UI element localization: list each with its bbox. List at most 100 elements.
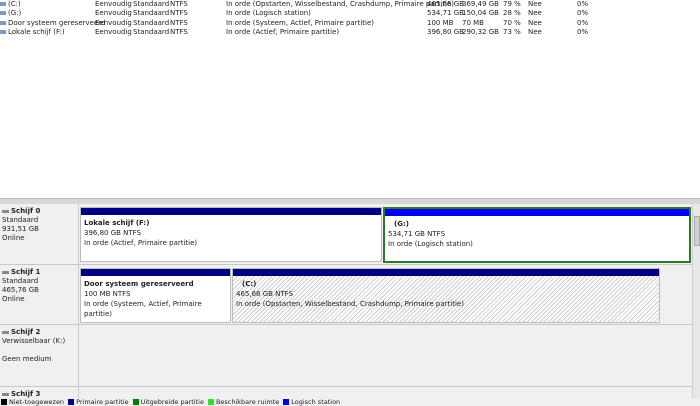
volume-free: 369,49 GB (462, 0, 499, 8)
disk-name: Schijf 0 (11, 207, 41, 215)
partition-c[interactable]: (C:) 465,66 GB NTFS In orde (Opstarten, Wi… (232, 268, 660, 323)
volume-name: Lokale schijf (F:) (8, 27, 65, 36)
volume-type: Standaard (133, 18, 170, 27)
volume-cell: In orde (Actief, Primaire partitie) (226, 28, 339, 37)
volume-cell: 0% (577, 0, 588, 9)
disk-state: Geen medium (2, 355, 52, 363)
volume-cell: Standaard (133, 9, 169, 18)
disk-name: Schijf 2 (11, 328, 41, 336)
partition-g[interactable]: (G:) 534,71 GB NTFS In orde (Logisch stati… (383, 207, 691, 263)
volume-cell: 28 % (503, 9, 521, 18)
volume-cell: 100 MB (427, 19, 453, 28)
volume-overhead: 0% (577, 27, 589, 36)
volume-fs: NTFS (170, 18, 188, 27)
volume-status: In orde (Actief, Primaire partitie) (226, 27, 340, 36)
volume-fs: NTFS (170, 0, 188, 8)
volume-pct: 73 % (503, 27, 521, 36)
volume-cell: Eenvoudig (95, 19, 132, 28)
volume-icon (0, 2, 6, 6)
volume-cell: Eenvoudig (95, 0, 132, 9)
volume-type: Standaard (133, 9, 170, 18)
volume-cell: Standaard (133, 0, 169, 9)
disk-type: Verwisselbaar (K:) (2, 337, 66, 345)
disk-label[interactable]: Schijf 1 Standaard 465,76 GB Online (0, 265, 79, 324)
volume-pct: 70 % (503, 18, 521, 27)
volume-fs: NTFS (170, 9, 188, 18)
volume-status: In orde (Opstarten, Wisselbestand, Crash… (226, 0, 454, 8)
volume-cell: NTFS (170, 0, 188, 9)
legend-label: Primaire partitie (76, 398, 129, 406)
volume-row[interactable]: Door systeem gereserveerd Eenvoudig Standa… (0, 19, 700, 28)
volume-pct: 28 % (503, 9, 521, 18)
volume-cell: Eenvoudig (95, 9, 132, 18)
partition-system-reserved[interactable]: Door systeem gereserveerd 100 MB NTFS In o… (80, 268, 231, 323)
volume-cell: 150,04 GB (462, 9, 499, 18)
volume-free: 150,04 GB (462, 9, 499, 18)
volume-icon (0, 20, 6, 25)
volume-row[interactable]: (G:) Eenvoudig Standaard NTFS In orde (Logis… (0, 9, 700, 18)
partition-f[interactable]: Lokale schijf (F:) 396,80 GB NTFS In orde … (80, 207, 382, 262)
volume-cell: NTFS (170, 28, 188, 37)
volume-free: 290,32 GB (462, 27, 499, 36)
volume-capacity: 465,66 GB (427, 0, 464, 8)
disk-size: 465,76 GB (2, 286, 39, 294)
volume-name: (G:) (8, 9, 22, 18)
volume-fault: Nee (528, 27, 542, 36)
volume-cell: Door systeem gereserveerd (0, 19, 105, 28)
primary-partition-bar (233, 269, 659, 276)
legend-swatch (207, 399, 214, 405)
legend: Niet-toegewezen Primaire partitie Uitgebre… (0, 398, 700, 406)
disk-icon (2, 209, 9, 213)
volume-row[interactable]: Lokale schijf (F:) Eenvoudig Standaard NTFS… (0, 28, 700, 37)
volume-fault: Nee (528, 9, 542, 18)
volume-name: (C:) (8, 0, 21, 8)
partition-size: 465,66 GB NTFS (236, 290, 294, 298)
legend-label: Beschikbare ruimte (215, 398, 280, 406)
volume-cell: Nee (528, 0, 542, 9)
disk-size: 931,51 GB (2, 225, 39, 233)
volume-cell: Eenvoudig (95, 28, 132, 37)
volume-cell: Nee (528, 9, 542, 18)
disk-label[interactable]: Schijf 2 Verwisselbaar (K:) Geen medium (0, 325, 79, 386)
volume-cell: Lokale schijf (F:) (0, 28, 65, 37)
volume-cell: In orde (Logisch station) (226, 9, 311, 18)
volume-cell: 290,32 GB (462, 28, 499, 37)
legend-swatch (132, 399, 139, 405)
removable-disk-icon (2, 330, 9, 334)
volume-cell: 396,80 GB (427, 28, 464, 37)
partition-status: In orde (Systeem, Actief, Primaire parti… (84, 300, 202, 318)
volume-free: 70 MB (462, 18, 484, 27)
disk-label[interactable]: Schijf 0 Standaard 931,51 GB Online (0, 204, 79, 264)
partition-title: (C:) (242, 280, 257, 288)
volume-cell: 0% (577, 9, 588, 18)
volume-cell: 70 % (503, 19, 521, 28)
scrollbar-thumb[interactable] (694, 216, 700, 246)
volume-cell: 0% (577, 19, 588, 28)
volume-cell: In orde (Opstarten, Wisselbestand, Crash… (226, 0, 454, 9)
disk-state: Online (2, 234, 25, 242)
volume-type: Standaard (133, 27, 170, 36)
volume-name: Door systeem gereserveerd (8, 18, 106, 27)
legend-swatch (1, 399, 7, 405)
legend-label: Logisch station (291, 398, 341, 406)
volume-cell: 465,66 GB (427, 0, 464, 9)
volume-capacity: 100 MB (427, 18, 454, 27)
volume-cell: Standaard (133, 28, 169, 37)
volume-type: Standaard (133, 0, 170, 8)
partition-status: In orde (Logisch station) (388, 240, 473, 248)
volume-layout: Eenvoudig (95, 9, 132, 18)
primary-partition-bar (81, 208, 381, 215)
volume-layout: Eenvoudig (95, 0, 132, 8)
disk-name: Schijf 1 (11, 268, 41, 276)
disk-label[interactable]: Schijf 3 (0, 387, 79, 398)
vertical-scrollbar[interactable] (692, 204, 700, 398)
partition-size: 534,71 GB NTFS (388, 230, 446, 238)
disk-icon (2, 270, 9, 274)
volume-fs: NTFS (170, 27, 188, 36)
primary-partition-bar (81, 269, 230, 276)
volume-cell: 534,71 GB (427, 9, 464, 18)
legend-swatch (283, 399, 290, 405)
disk-name: Schijf 3 (11, 390, 41, 398)
legend-swatch (68, 399, 75, 405)
volume-row[interactable]: (C:) Eenvoudig Standaard NTFS In orde (Opsta… (0, 0, 700, 9)
